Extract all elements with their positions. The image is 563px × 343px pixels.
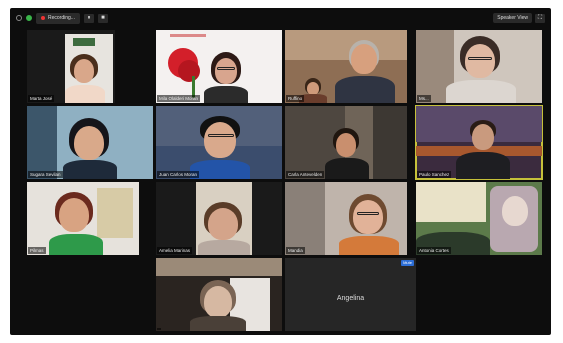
participant-name: Pilmas: [28, 247, 46, 254]
participant-name: Mandia: [286, 247, 305, 254]
window-status-icon: [16, 15, 22, 21]
participant-tile-no-video[interactable]: Mute Angelina: [285, 258, 416, 331]
security-shield-icon[interactable]: [26, 15, 32, 21]
participant-name: [157, 328, 161, 330]
participant-name: Amelia Marinas: [157, 247, 193, 254]
participant-name: Sugara Sevilan: [28, 171, 63, 178]
meeting-top-bar: Recording... ⏸ ■ Speaker View ⛶: [10, 8, 551, 28]
meeting-window: Recording... ⏸ ■ Speaker View ⛶ Marta Jo…: [10, 8, 551, 335]
participant-name: Ms...: [417, 95, 431, 102]
fullscreen-icon[interactable]: ⛶: [535, 13, 545, 23]
stop-icon[interactable]: ■: [97, 13, 108, 23]
participant-name: Paulo Sanchez: [417, 171, 452, 178]
participant-tile[interactable]: Marta José: [27, 30, 115, 103]
participant-tile[interactable]: Juan Carlos Moran: [156, 106, 282, 179]
participant-name-center: Angelina: [336, 295, 365, 302]
mute-status-badge: Mute: [401, 260, 414, 266]
participant-tile[interactable]: [156, 258, 282, 331]
participant-tile[interactable]: Mila Olalderi Moran: [156, 30, 282, 103]
participant-tile[interactable]: Pilmas: [27, 182, 139, 255]
participant-tile[interactable]: Mandia: [285, 182, 407, 255]
participant-name: Antonia Cortes: [417, 247, 451, 254]
participant-tile[interactable]: Carla Antevelden: [285, 106, 407, 179]
speaker-view-button[interactable]: Speaker View: [493, 13, 532, 23]
recording-label: Recording...: [48, 15, 75, 21]
participant-name: Ruffino: [286, 95, 305, 102]
participant-tile[interactable]: Ruffino: [285, 30, 407, 103]
recording-dot-icon: [41, 16, 45, 20]
pause-icon[interactable]: ⏸: [83, 13, 94, 23]
participant-tile-active-speaker[interactable]: Paulo Sanchez: [415, 105, 543, 180]
participant-name: Carla Antevelden: [286, 171, 325, 178]
recording-indicator: Recording...: [36, 12, 80, 24]
participant-name: Juan Carlos Moran: [157, 171, 200, 178]
participant-name: Marta José: [28, 95, 55, 102]
participant-tile[interactable]: Sugara Sevilan: [27, 106, 153, 179]
participant-tile[interactable]: Antonia Cortes: [416, 182, 542, 255]
participant-tile[interactable]: Ms...: [416, 30, 542, 103]
participant-tile[interactable]: Amelia Marinas: [156, 182, 282, 255]
participant-name: Mila Olalderi Moran: [157, 95, 201, 102]
